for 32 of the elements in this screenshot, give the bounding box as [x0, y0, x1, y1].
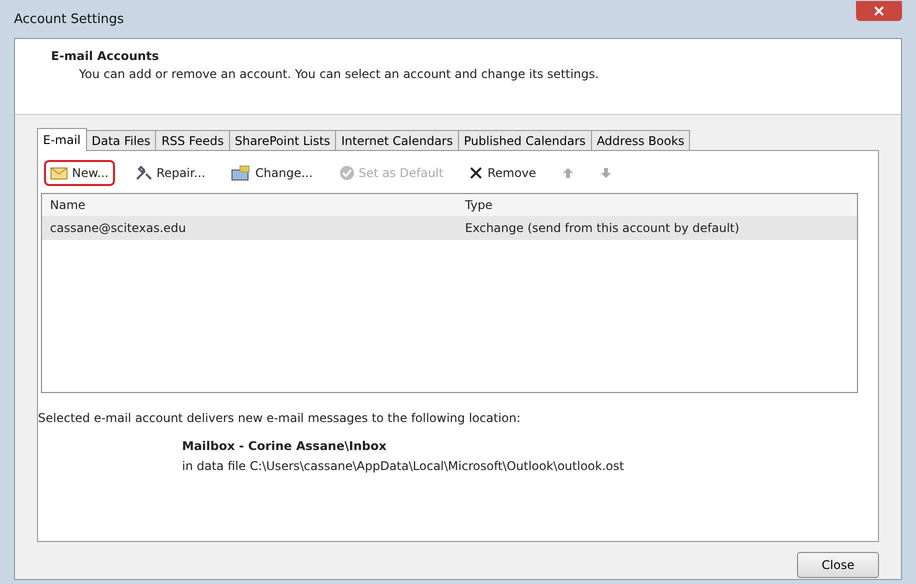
tab[interactable]: RSS Feeds: [155, 130, 230, 150]
card-icon: [231, 165, 252, 181]
envelope-icon: [50, 166, 68, 180]
table-cell-text: cassane@scitexas.edu: [49, 221, 187, 235]
change-button[interactable]: Change...: [225, 159, 319, 187]
tab[interactable]: E-mail: [37, 128, 87, 151]
tab[interactable]: Data Files: [86, 130, 156, 150]
data-file-path: in data file C:\Users\cassane\AppData\Local\Microsoft\Outlook\outlook.ost: [182, 459, 626, 473]
close-icon: [469, 166, 484, 180]
section-title: E-mail Accounts: [51, 49, 160, 63]
up-arrow-icon: [562, 167, 574, 179]
mailbox-name: Mailbox - Corine Assane\Inbox: [182, 439, 388, 453]
close-icon: [874, 6, 884, 16]
window-title: Account Settings: [14, 12, 124, 26]
tab[interactable]: Address Books: [590, 130, 690, 150]
section-description: You can add or remove an account. You can select an account and change its settings.: [78, 67, 600, 81]
new-button[interactable]: New...: [44, 160, 115, 186]
column-header[interactable]: Type: [457, 198, 857, 212]
tab[interactable]: Internet Calendars: [335, 130, 459, 150]
column-header[interactable]: Name: [42, 198, 457, 212]
account-row[interactable]: cassane@scitexas.edu Exchange (send from this account by default): [42, 217, 857, 240]
down-arrow-icon: [600, 167, 612, 179]
remove-button[interactable]: Remove: [463, 160, 542, 186]
close-button[interactable]: Close: [797, 552, 879, 578]
repair-button[interactable]: Repair...: [128, 159, 212, 187]
delivery-text: Selected e-mail account delivers new e-mail messages to the following location:: [38, 411, 522, 425]
tab[interactable]: Published Calendars: [458, 130, 592, 150]
check-circle-icon: [338, 165, 355, 181]
close-window-button[interactable]: [856, 1, 902, 21]
tab[interactable]: SharePoint Lists: [228, 130, 336, 150]
tools-icon: [134, 165, 153, 181]
table-cell-text: Exchange (send from this account by default): [464, 221, 740, 235]
